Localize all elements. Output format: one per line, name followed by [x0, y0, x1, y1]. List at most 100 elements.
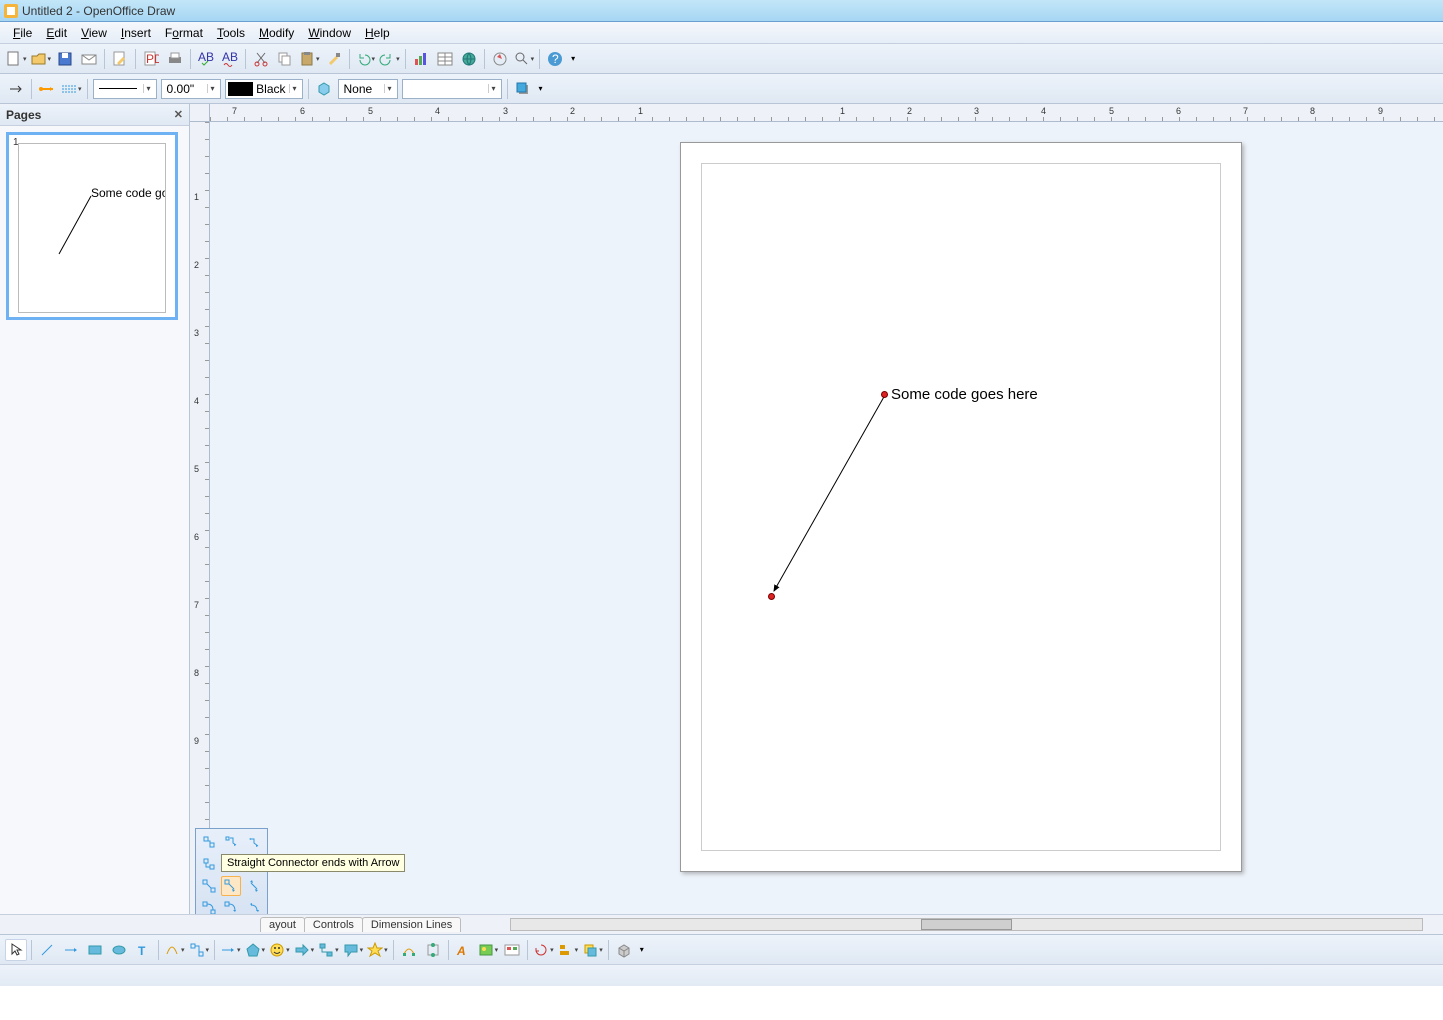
table-button[interactable] — [434, 48, 456, 70]
open-button[interactable] — [30, 48, 53, 70]
menu-file[interactable]: File — [6, 24, 39, 42]
menu-insert[interactable]: Insert — [114, 24, 158, 42]
connector-straight-arrows-icon[interactable] — [244, 876, 264, 896]
svg-text:ABC: ABC — [198, 51, 214, 64]
horizontal-scrollbar[interactable] — [510, 918, 1423, 931]
help-button[interactable]: ? — [544, 48, 566, 70]
arrow-style-button[interactable] — [5, 78, 27, 100]
line-width-combo[interactable]: 0.00"▾ — [161, 79, 221, 99]
scrollbar-thumb[interactable] — [921, 919, 1012, 930]
menu-edit[interactable]: Edit — [39, 24, 74, 42]
svg-text:T: T — [138, 944, 146, 958]
ruler-horizontal[interactable]: /*ticks injected below*/ 765432112345678… — [210, 104, 1443, 122]
menu-modify[interactable]: Modify — [252, 24, 301, 42]
edit-file-button[interactable] — [109, 48, 131, 70]
connector-tool-icon[interactable] — [188, 939, 211, 961]
drawing-workspace: /*ticks injected below*/ 765432112345678… — [190, 104, 1443, 914]
menu-window[interactable]: Window — [301, 24, 358, 42]
svg-text:A: A — [456, 944, 466, 958]
format-paintbrush-button[interactable] — [323, 48, 345, 70]
pages-panel-title: Pages — [6, 108, 41, 122]
navigator-button[interactable] — [489, 48, 511, 70]
basic-shapes-tool-icon[interactable] — [244, 939, 267, 961]
connector-endpoint-end[interactable] — [768, 593, 775, 600]
connector-endpoint-start[interactable] — [881, 391, 888, 398]
area-fill-type-combo[interactable]: None▾ — [338, 79, 398, 99]
menu-view[interactable]: View — [74, 24, 114, 42]
text-tool-icon[interactable]: T — [132, 939, 154, 961]
stars-tool-icon[interactable] — [366, 939, 389, 961]
toolbar-overflow[interactable]: ▾ — [568, 48, 578, 70]
canvas[interactable]: Some code goes here — [210, 122, 1443, 914]
glue-points-icon[interactable] — [422, 939, 444, 961]
shadow-button[interactable] — [512, 78, 534, 100]
symbol-shapes-tool-icon[interactable] — [268, 939, 291, 961]
lines-arrows-tool-icon[interactable] — [219, 939, 242, 961]
line-tool-icon[interactable] — [36, 939, 58, 961]
ruler-vertical[interactable]: 123456789 — [190, 122, 210, 914]
gallery-icon[interactable] — [501, 939, 523, 961]
align-icon[interactable] — [557, 939, 580, 961]
svg-text:?: ? — [552, 52, 559, 66]
ellipse-tool-icon[interactable] — [108, 939, 130, 961]
svg-text:Some code goes here: Some code goes here — [91, 186, 165, 200]
connector-straight-icon[interactable] — [199, 876, 219, 896]
email-button[interactable] — [78, 48, 100, 70]
fontwork-icon[interactable]: A — [453, 939, 475, 961]
auto-spellcheck-button[interactable]: ABC — [219, 48, 241, 70]
tooltip: Straight Connector ends with Arrow — [221, 854, 405, 872]
curve-tool-icon[interactable] — [163, 939, 186, 961]
drawing-page[interactable]: Some code goes here — [680, 142, 1242, 872]
flowchart-tool-icon[interactable] — [317, 939, 340, 961]
cut-button[interactable] — [250, 48, 272, 70]
area-style-button[interactable] — [313, 78, 335, 100]
print-button[interactable] — [164, 48, 186, 70]
rectangle-tool-icon[interactable] — [84, 939, 106, 961]
menu-format[interactable]: Format — [158, 24, 210, 42]
zoom-button[interactable] — [513, 48, 536, 70]
from-file-icon[interactable] — [477, 939, 500, 961]
line-color-combo[interactable]: Black▾ — [225, 79, 303, 99]
line-arrow-tool-icon[interactable] — [60, 939, 82, 961]
select-tool-icon[interactable] — [5, 939, 27, 961]
paste-button[interactable] — [298, 48, 321, 70]
page-thumbnail[interactable]: 1 Some code goes here — [6, 132, 178, 320]
line-style-combo[interactable]: ▾ — [93, 79, 157, 99]
connector-standard-arrow-icon[interactable] — [221, 832, 241, 852]
edit-points-icon[interactable] — [398, 939, 420, 961]
line-style-button[interactable] — [60, 78, 83, 100]
menu-help[interactable]: Help — [358, 24, 397, 42]
connector-straight-arrow-icon[interactable] — [221, 876, 241, 896]
area-fill-value-combo[interactable]: ▾ — [402, 79, 502, 99]
connector-standard-arrows-icon[interactable] — [244, 832, 264, 852]
canvas-text[interactable]: Some code goes here — [891, 386, 1038, 403]
line-endings-button[interactable] — [36, 78, 58, 100]
save-button[interactable] — [54, 48, 76, 70]
toolbar2-overflow[interactable]: ▾ — [536, 78, 546, 100]
redo-button[interactable] — [378, 48, 401, 70]
copy-button[interactable] — [274, 48, 296, 70]
chart-button[interactable] — [410, 48, 432, 70]
pages-panel-close-icon[interactable]: ✕ — [174, 108, 183, 121]
drawing-content — [681, 143, 1241, 871]
block-arrows-tool-icon[interactable] — [293, 939, 316, 961]
connector-standard-icon[interactable] — [199, 832, 219, 852]
page-thumbnail-preview: Some code goes here — [18, 143, 166, 313]
menu-tools[interactable]: Tools — [210, 24, 252, 42]
tab-dimension-lines[interactable]: Dimension Lines — [362, 917, 461, 932]
export-pdf-button[interactable]: PDF — [140, 48, 162, 70]
arrange-icon[interactable] — [581, 939, 604, 961]
new-button[interactable] — [5, 48, 28, 70]
undo-button[interactable] — [354, 48, 377, 70]
callouts-tool-icon[interactable] — [342, 939, 365, 961]
hyperlink-button[interactable] — [458, 48, 480, 70]
tab-controls[interactable]: Controls — [304, 917, 363, 932]
rotate-icon[interactable] — [532, 939, 555, 961]
tab-layout[interactable]: ayout — [260, 917, 305, 932]
extrusion-icon[interactable] — [613, 939, 635, 961]
spellcheck-button[interactable]: ABC — [195, 48, 217, 70]
connector-lines-icon[interactable] — [199, 854, 219, 874]
toolbar3-overflow[interactable]: ▾ — [637, 939, 647, 961]
connector-picker-popup[interactable] — [195, 828, 268, 922]
svg-text:ABC: ABC — [222, 51, 238, 64]
